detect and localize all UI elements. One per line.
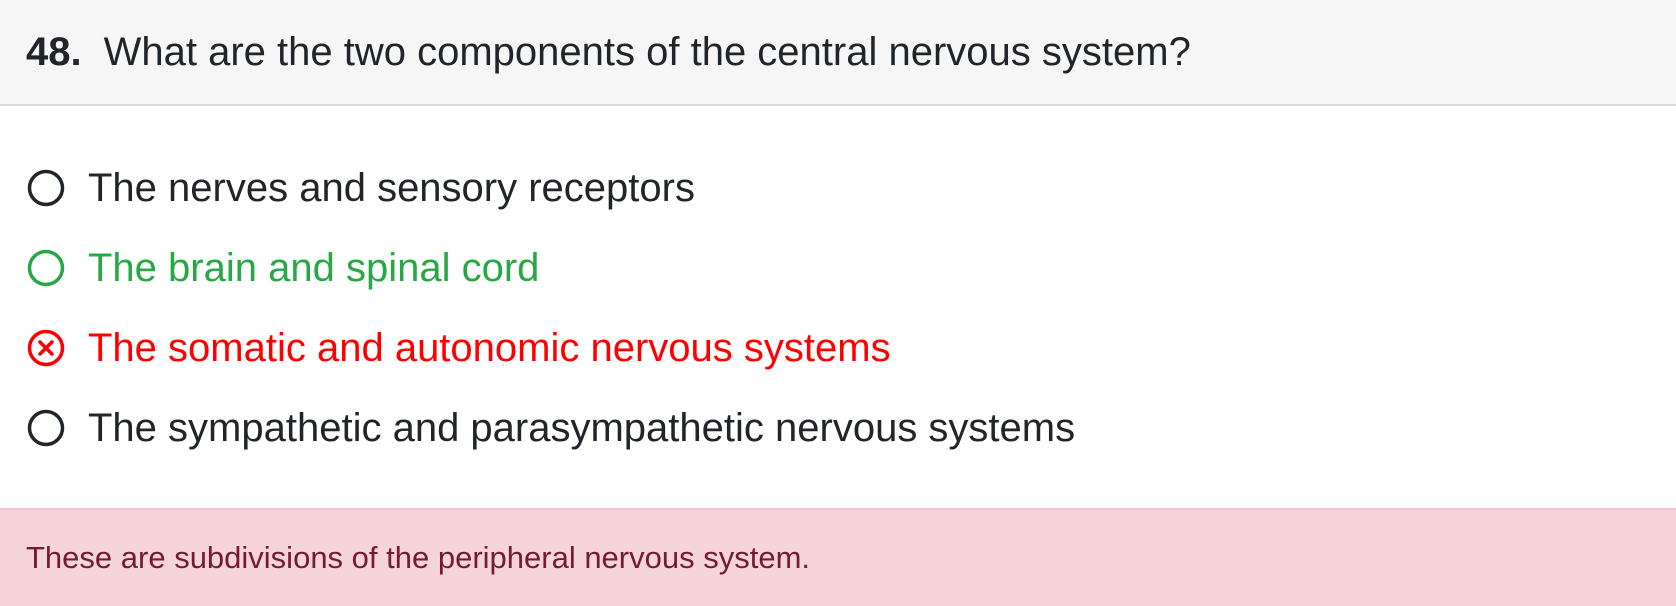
question-header: 48. What are the two components of the c… (0, 0, 1676, 106)
answer-option-label: The brain and spinal cord (88, 245, 540, 290)
feedback-banner: These are subdivisions of the peripheral… (0, 508, 1676, 606)
radio-empty-icon[interactable] (26, 408, 66, 448)
answer-option-label: The sympathetic and parasympathetic nerv… (88, 405, 1076, 450)
feedback-text: These are subdivisions of the peripheral… (26, 540, 811, 575)
answer-option-correct[interactable]: The brain and spinal cord (26, 238, 539, 298)
answer-option[interactable]: The nerves and sensory receptors (26, 158, 695, 218)
radio-x-icon[interactable] (26, 328, 66, 368)
answer-option[interactable]: The sympathetic and parasympathetic nerv… (26, 398, 1075, 458)
quiz-question-card: 48. What are the two components of the c… (0, 0, 1676, 606)
radio-empty-icon[interactable] (26, 248, 66, 288)
answer-option-selected-incorrect[interactable]: The somatic and autonomic nervous system… (26, 318, 891, 378)
question-text: What are the two components of the centr… (103, 29, 1191, 74)
answer-option-label: The nerves and sensory receptors (88, 165, 695, 210)
answer-options: The nerves and sensory receptors The bra… (0, 106, 1676, 508)
radio-empty-icon[interactable] (26, 168, 66, 208)
answer-option-label: The somatic and autonomic nervous system… (88, 325, 891, 370)
question-number: 48. (26, 29, 82, 74)
